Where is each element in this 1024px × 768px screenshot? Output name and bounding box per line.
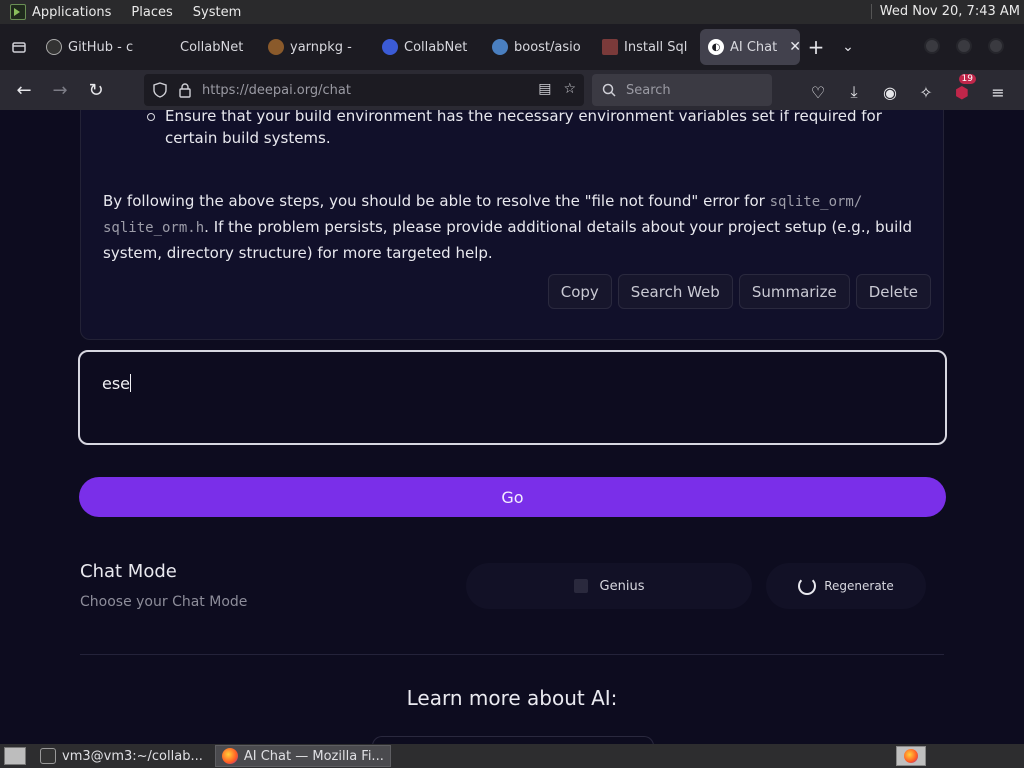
message-bullet-item: Ensure that your build environment has t… xyxy=(147,110,917,149)
extensions-puzzle-icon[interactable]: ✧ xyxy=(908,74,944,110)
delete-button[interactable]: Delete xyxy=(855,274,931,309)
tab-github[interactable]: GitHub - c xyxy=(38,29,150,65)
code-path-part2: sqlite_orm.h xyxy=(103,220,205,236)
tab-label: AI Chat xyxy=(730,39,778,55)
search-icon xyxy=(602,83,616,97)
chat-input-value: ese xyxy=(102,374,131,393)
terminal-icon xyxy=(40,748,56,764)
top-panel: Applications Places System Wed Nov 20, 7… xyxy=(0,0,1024,24)
paragraph-text-end: . If the problem persists, please provid… xyxy=(103,218,913,262)
search-web-button[interactable]: Search Web xyxy=(617,274,733,309)
applications-icon[interactable] xyxy=(10,4,26,20)
tab-collabnet[interactable]: CollabNet xyxy=(150,29,260,65)
reader-view-icon[interactable]: ▤ xyxy=(538,81,551,97)
section-divider xyxy=(80,654,944,655)
tab-ai-chat[interactable]: ◐ AI Chat ✕ xyxy=(700,29,800,65)
tab-label: yarnpkg - xyxy=(290,39,352,55)
tab-boost[interactable]: boost/asio xyxy=(484,29,594,65)
go-button[interactable]: Go xyxy=(79,477,946,517)
taskbar: vm3@vm3:~/collab... AI Chat — Mozilla Fi… xyxy=(0,744,1024,768)
ai-message-card: Ensure that your build environment has t… xyxy=(80,110,944,340)
tracking-shield-icon[interactable] xyxy=(152,82,168,98)
ublock-extension-icon[interactable]: ⬢ 19 xyxy=(944,74,980,110)
close-window-button[interactable] xyxy=(988,38,1004,54)
panel-clock[interactable]: Wed Nov 20, 7:43 AM xyxy=(870,4,1020,19)
firefox-icon xyxy=(221,748,238,764)
url-text[interactable]: https://deepai.org/chat xyxy=(202,83,351,98)
regenerate-button[interactable]: Regenerate xyxy=(766,563,926,609)
minimize-button[interactable] xyxy=(924,38,940,54)
bookmark-star-icon[interactable]: ☆ xyxy=(563,81,576,97)
downloads-icon[interactable]: ⤓ xyxy=(836,74,872,110)
genius-checkbox[interactable] xyxy=(573,579,588,593)
message-paragraph: By following the above steps, you should… xyxy=(103,189,933,266)
account-icon[interactable]: ◉ xyxy=(872,74,908,110)
menu-places[interactable]: Places xyxy=(131,5,172,20)
search-placeholder: Search xyxy=(626,82,671,98)
taskbar-label: vm3@vm3:~/collab... xyxy=(62,748,203,764)
boost-icon xyxy=(492,39,508,55)
back-arrow-icon[interactable]: ← xyxy=(6,72,42,108)
list-all-tabs-chevron-icon[interactable]: ⌄ xyxy=(832,39,864,55)
tab-label: boost/asio xyxy=(514,39,581,55)
collabnet-search-icon xyxy=(382,39,398,55)
tab-list-icon xyxy=(12,42,26,53)
collabnet-icon xyxy=(158,39,174,55)
regenerate-icon xyxy=(798,577,817,595)
tab-install-sqlite[interactable]: Install Sql xyxy=(594,29,700,65)
genius-label: Genius xyxy=(599,578,645,594)
lock-icon[interactable] xyxy=(178,82,192,98)
learn-more-heading: Learn more about AI: xyxy=(406,686,618,710)
new-tab-button[interactable]: + xyxy=(800,35,832,59)
text-caret xyxy=(130,374,132,392)
yarnpkg-icon xyxy=(268,39,284,55)
tab-label: CollabNet xyxy=(180,39,244,55)
genius-mode-toggle[interactable]: Genius xyxy=(466,563,752,609)
menu-applications[interactable]: Applications xyxy=(32,5,111,20)
reload-icon[interactable]: ↻ xyxy=(78,72,114,108)
taskbar-label: AI Chat — Mozilla Fi... xyxy=(243,748,384,764)
chat-mode-subtitle: Choose your Chat Mode xyxy=(80,594,248,610)
github-icon xyxy=(46,39,62,55)
tab-collabnet-search[interactable]: CollabNet xyxy=(374,29,484,65)
hamburger-menu-icon[interactable]: ≡ xyxy=(980,74,1016,110)
tab-strip: GitHub - c CollabNet yarnpkg - CollabNet… xyxy=(0,24,1024,70)
chat-input-textarea[interactable]: ese xyxy=(78,350,947,445)
message-actions: Copy Search Web Summarize Delete xyxy=(547,274,931,309)
extension-badge-count: 19 xyxy=(958,74,976,84)
deepai-icon: ◐ xyxy=(708,39,724,55)
code-path-part1: sqlite_orm/ xyxy=(769,194,863,210)
navigation-toolbar: ← → ↻ https://deepai.org/chat ▤ ☆ Search… xyxy=(0,70,1024,110)
window-controls xyxy=(924,38,1004,54)
maximize-button[interactable] xyxy=(956,38,972,54)
close-tab-icon[interactable]: ✕ xyxy=(789,39,800,55)
tray-firefox-icon[interactable] xyxy=(896,746,926,766)
tab-label: GitHub - c xyxy=(68,39,134,55)
tab-list-button[interactable] xyxy=(0,24,38,70)
taskbar-item-firefox[interactable]: AI Chat — Mozilla Fi... xyxy=(214,745,391,767)
forward-arrow-icon[interactable]: → xyxy=(42,72,78,108)
pocket-icon[interactable]: ♡ xyxy=(800,74,836,110)
taskbar-item-terminal[interactable]: vm3@vm3:~/collab... xyxy=(34,745,209,767)
chat-mode-title: Chat Mode xyxy=(80,561,177,582)
page-content: Ensure that your build environment has t… xyxy=(0,110,1024,744)
paragraph-text-start: By following the above steps, you should… xyxy=(103,192,770,210)
show-desktop-button[interactable] xyxy=(4,747,26,765)
url-bar[interactable]: https://deepai.org/chat ▤ ☆ xyxy=(144,74,584,106)
tab-yarnpkg[interactable]: yarnpkg - xyxy=(260,29,374,65)
search-bar[interactable]: Search xyxy=(592,74,772,106)
copy-button[interactable]: Copy xyxy=(547,274,612,309)
tab-label: CollabNet xyxy=(404,39,468,55)
install-icon xyxy=(602,39,618,55)
learn-more-card-edge xyxy=(372,736,654,744)
regenerate-label: Regenerate xyxy=(824,579,894,593)
summarize-button[interactable]: Summarize xyxy=(738,274,850,309)
menu-system[interactable]: System xyxy=(193,5,241,20)
tab-label: Install Sql xyxy=(624,39,688,55)
